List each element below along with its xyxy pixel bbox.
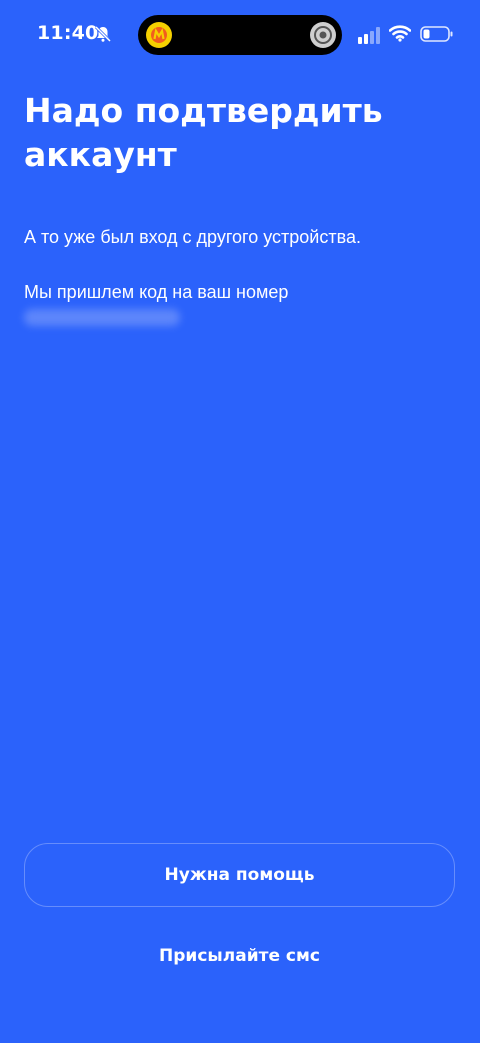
app-badge-icon — [146, 22, 172, 48]
signal-icon — [358, 27, 380, 44]
page-title: Надо подтвердить аккаунт — [24, 91, 383, 174]
status-bar: 11:40 — [0, 0, 480, 70]
send-sms-button[interactable]: Присылайте смс — [24, 932, 455, 980]
dynamic-island — [138, 15, 342, 55]
phone-hint-text: Мы пришлем код на ваш номер — [24, 282, 289, 302]
wifi-icon — [389, 25, 411, 42]
subtitle-text: А то уже был вход с другого устройства. — [24, 227, 361, 247]
record-icon — [310, 22, 336, 48]
phone-number-blurred — [24, 309, 180, 326]
help-button[interactable]: Нужна помощь — [24, 843, 455, 907]
bell-off-icon — [94, 25, 112, 43]
battery-icon — [420, 26, 453, 42]
status-time: 11:40 — [37, 22, 99, 44]
